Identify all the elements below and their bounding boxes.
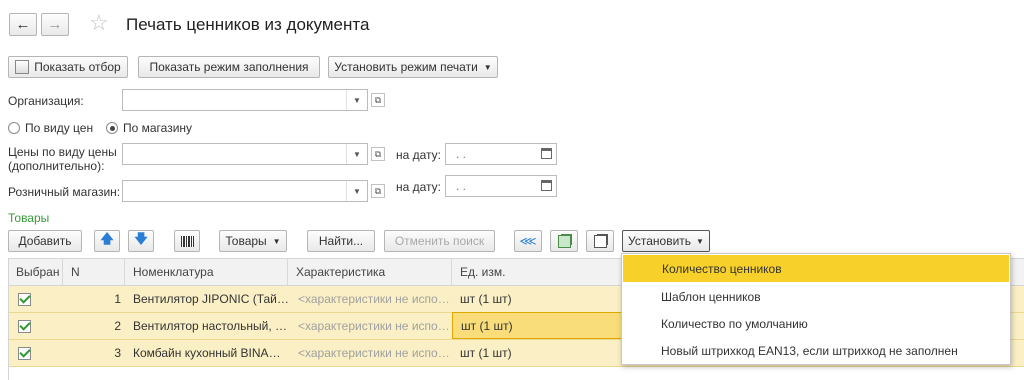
- set-dropdown-menu: Количество ценников Шаблон ценников Коли…: [621, 253, 1011, 365]
- date-label: на дату:: [396, 148, 442, 162]
- radio-by-store[interactable]: По магазину: [106, 121, 192, 135]
- cell-n: 1: [114, 292, 121, 306]
- date-field[interactable]: . .: [445, 175, 557, 197]
- column-header-unit[interactable]: Ед. изм.: [452, 258, 622, 286]
- open-icon[interactable]: ⧉: [371, 147, 385, 161]
- find-button[interactable]: Найти...: [307, 230, 375, 252]
- date-field[interactable]: . .: [445, 143, 557, 165]
- uncheck-all-button[interactable]: [586, 230, 614, 252]
- store-field[interactable]: ▼: [122, 180, 368, 202]
- favorite-star-icon[interactable]: ☆: [89, 10, 109, 36]
- date-label: на дату:: [396, 180, 442, 194]
- forward-button[interactable]: →: [41, 13, 69, 36]
- check-all-icon: [557, 234, 571, 248]
- filter-icon: [15, 60, 30, 74]
- show-fill-mode-button[interactable]: Показать режим заполнения: [138, 56, 320, 78]
- chevron-down-icon: ▼: [696, 236, 704, 246]
- radio-circle-selected-icon: [106, 122, 118, 134]
- arrow-right-icon: →: [47, 16, 63, 33]
- cell-selected[interactable]: [18, 340, 58, 366]
- checkbox-checked-icon[interactable]: [18, 292, 31, 306]
- barcode-icon: [180, 235, 194, 247]
- cancel-search-button[interactable]: Отменить поиск: [384, 230, 495, 252]
- chevron-down-icon[interactable]: ▼: [346, 144, 367, 164]
- uncheck-all-icon: [593, 234, 607, 248]
- set-button[interactable]: Установить ▼: [622, 230, 710, 252]
- cell-characteristic: <характеристики не испо…: [298, 346, 450, 360]
- add-button[interactable]: Добавить: [8, 230, 82, 252]
- chevron-down-icon[interactable]: ▼: [346, 90, 367, 110]
- share-button[interactable]: ⋘: [514, 230, 542, 252]
- set-print-mode-button[interactable]: Установить режим печати ▼: [328, 56, 498, 78]
- move-down-button[interactable]: 🡇: [128, 230, 154, 252]
- cell-n: 2: [114, 319, 121, 333]
- calendar-icon[interactable]: [541, 180, 552, 191]
- chevron-down-icon: ▼: [483, 62, 492, 72]
- column-header-item[interactable]: Номенклатура: [125, 258, 288, 286]
- radio-by-price-type[interactable]: По виду цен: [8, 121, 93, 135]
- check-all-button[interactable]: [550, 230, 578, 252]
- share-icon: ⋘: [519, 234, 537, 248]
- cell-item: Комбайн кухонный BINA…: [133, 346, 281, 360]
- table-left-border: [8, 258, 9, 380]
- cell-selected[interactable]: [18, 286, 58, 312]
- chevron-down-icon[interactable]: ▼: [346, 181, 367, 201]
- column-header-characteristic[interactable]: Характеристика: [288, 258, 452, 286]
- organization-label: Организация:: [8, 94, 84, 108]
- cell-selected[interactable]: [18, 313, 58, 339]
- column-header-n[interactable]: N: [63, 258, 125, 286]
- show-filter-button[interactable]: Показать отбор: [8, 56, 128, 78]
- menu-item-price-tag-count[interactable]: Количество ценников: [623, 255, 1009, 282]
- chevron-down-icon: ▼: [272, 236, 281, 246]
- menu-item-price-tag-template[interactable]: Шаблон ценников: [622, 283, 1010, 310]
- radio-circle-icon: [8, 122, 20, 134]
- cell-characteristic: <характеристики не испо…: [298, 319, 450, 333]
- column-header-selected[interactable]: Выбран: [8, 258, 63, 286]
- organization-field[interactable]: ▼: [122, 89, 368, 111]
- goods-menu-button[interactable]: Товары ▼: [219, 230, 287, 252]
- back-button[interactable]: ←: [9, 13, 37, 36]
- page-title: Печать ценников из документа: [126, 15, 370, 34]
- cell-item: Вентилятор JIPONIC (Тай…: [133, 292, 289, 306]
- cell-unit: шт (1 шт): [460, 292, 512, 306]
- prices-field[interactable]: ▼: [122, 143, 368, 165]
- move-up-button[interactable]: 🡅: [94, 230, 120, 252]
- prices-label: Цены по виду цены (дополнительно):: [8, 145, 117, 173]
- arrow-down-icon: 🡇: [134, 231, 148, 246]
- barcode-button[interactable]: [174, 230, 200, 252]
- menu-item-new-barcode[interactable]: Новый штрихкод EAN13, если штрихкод не з…: [622, 337, 1010, 364]
- store-label: Розничный магазин:: [8, 185, 121, 199]
- cell-item: Вентилятор настольный, …: [133, 319, 287, 333]
- cell-n: 3: [114, 346, 121, 360]
- cell-characteristic: <характеристики не испо…: [298, 292, 450, 306]
- menu-item-default-count[interactable]: Количество по умолчанию: [622, 310, 1010, 337]
- open-icon[interactable]: ⧉: [371, 184, 385, 198]
- arrow-up-icon: 🡅: [100, 231, 114, 246]
- section-title-goods: Товары: [8, 211, 50, 225]
- arrow-left-icon: ←: [15, 16, 31, 33]
- open-icon[interactable]: ⧉: [371, 93, 385, 107]
- checkbox-checked-icon[interactable]: [18, 346, 31, 360]
- cell-unit-active[interactable]: шт (1 шт): [452, 312, 622, 339]
- calendar-icon[interactable]: [541, 148, 552, 159]
- checkbox-checked-icon[interactable]: [18, 319, 31, 333]
- cell-unit: шт (1 шт): [460, 346, 512, 360]
